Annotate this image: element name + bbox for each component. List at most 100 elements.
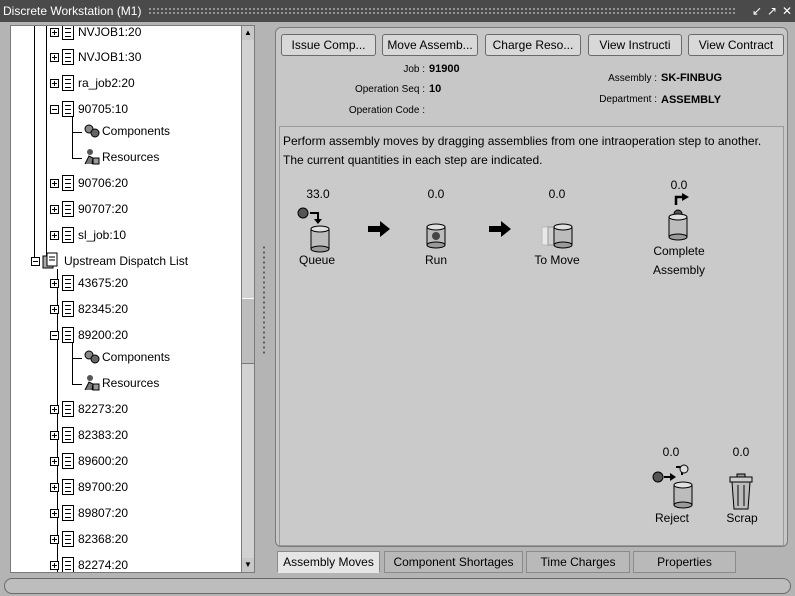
tree-item[interactable]: 89200:20 — [50, 324, 128, 346]
instruction-text: Perform assembly moves by dragging assem… — [283, 134, 762, 148]
expand-icon[interactable] — [50, 178, 59, 188]
complete-assembly-icon[interactable] — [664, 193, 694, 243]
title-grip — [148, 7, 735, 15]
complete-qty: 0.0 — [670, 178, 688, 192]
doc-icon — [62, 427, 74, 443]
trash-icon[interactable] — [728, 473, 756, 513]
scroll-thumb[interactable] — [242, 298, 254, 364]
expand-icon[interactable] — [50, 52, 59, 62]
expand-icon[interactable] — [50, 404, 59, 414]
doc-icon — [62, 49, 74, 65]
issue-components-button[interactable]: Issue Comp... — [281, 34, 376, 56]
tree-item-components[interactable]: Components — [83, 120, 170, 142]
doc-icon — [62, 327, 74, 343]
to-move-icon[interactable] — [538, 223, 578, 251]
resources-icon — [84, 375, 100, 391]
tree-item[interactable]: 89807:20 — [50, 502, 128, 524]
scroll-down-icon[interactable]: ▼ — [242, 558, 254, 572]
expand-icon[interactable] — [50, 534, 59, 544]
complete-label: Complete — [653, 244, 705, 258]
close-icon[interactable]: ✕ — [780, 4, 794, 18]
doc-icon — [62, 201, 74, 217]
assembly-value: SK-FINBUG — [661, 72, 723, 84]
scrap-label: Scrap — [726, 511, 758, 525]
title-bar[interactable]: Discrete Workstation (M1) ↙ ↗ ✕ — [0, 0, 795, 22]
move-assemblies-button[interactable]: Move Assemb... — [382, 34, 478, 56]
expand-icon[interactable] — [50, 430, 59, 440]
expand-icon[interactable] — [50, 78, 59, 88]
view-instructions-button[interactable]: View Instructi — [588, 34, 682, 56]
job-value: 91900 — [429, 63, 460, 75]
collapse-icon[interactable] — [50, 330, 59, 340]
reject-qty: 0.0 — [662, 445, 680, 459]
tree-item[interactable]: 90707:20 — [50, 198, 128, 220]
tree-item[interactable]: 90706:20 — [50, 172, 128, 194]
tree-item[interactable]: ra_job2:20 — [50, 72, 135, 94]
scroll-up-icon[interactable]: ▲ — [242, 26, 254, 40]
job-label: Job : — [403, 64, 425, 75]
doc-icon — [62, 505, 74, 521]
doc-icon — [62, 531, 74, 547]
assembly-label: Assembly : — [608, 73, 657, 84]
doc-icon — [62, 101, 74, 117]
tree-item[interactable]: NVJOB1:20 — [50, 26, 141, 43]
tree-line — [72, 158, 82, 159]
queue-label: Queue — [298, 253, 336, 267]
tree-line — [46, 26, 47, 264]
view-contract-button[interactable]: View Contract — [688, 34, 784, 56]
collapse-icon[interactable] — [50, 104, 59, 114]
tree-item[interactable]: 82345:20 — [50, 298, 128, 320]
doc-icon — [62, 75, 74, 91]
tree-item[interactable]: 82368:20 — [50, 528, 128, 550]
expand-icon[interactable] — [50, 560, 59, 570]
tree-item[interactable]: 82383:20 — [50, 424, 128, 446]
maximize-icon[interactable]: ↗ — [765, 4, 779, 18]
tree-item[interactable]: 89700:20 — [50, 476, 128, 498]
expand-icon[interactable] — [50, 456, 59, 466]
tree-item-components[interactable]: Components — [83, 346, 170, 368]
tree-item-resources[interactable]: Resources — [83, 146, 159, 168]
dispatch-tree[interactable]: NVJOB1:20 NVJOB1:30 ra_job2:20 90705:10 … — [10, 25, 242, 573]
expand-icon[interactable] — [50, 204, 59, 214]
expand-icon[interactable] — [50, 278, 59, 288]
tree-item[interactable]: sl_job:10 — [50, 224, 126, 246]
scrap-qty: 0.0 — [732, 445, 750, 459]
complete-label: Assembly — [652, 263, 705, 277]
tree-item[interactable]: 82274:20 — [50, 554, 128, 572]
doc-icon — [62, 227, 74, 243]
tree-line — [72, 340, 73, 384]
tree-item[interactable]: 90705:10 — [50, 98, 128, 120]
tree-line — [72, 132, 82, 133]
arrow-right-icon — [368, 221, 390, 237]
tree-item-resources[interactable]: Resources — [83, 372, 159, 394]
expand-icon[interactable] — [50, 27, 59, 37]
department-label: Department : — [599, 94, 657, 105]
tree-item[interactable]: 82273:20 — [50, 398, 128, 420]
status-bar — [4, 578, 791, 594]
doc-icon — [62, 275, 74, 291]
expand-icon[interactable] — [50, 230, 59, 240]
queue-icon[interactable] — [296, 207, 336, 253]
tree-item[interactable]: 43675:20 — [50, 272, 128, 294]
tree-item[interactable]: 89600:20 — [50, 450, 128, 472]
reject-icon[interactable] — [650, 461, 700, 511]
tree-line — [72, 114, 73, 158]
tree-line — [72, 358, 82, 359]
tree-line — [72, 384, 82, 385]
minimize-icon[interactable]: ↙ — [750, 4, 764, 18]
expand-icon[interactable] — [50, 508, 59, 518]
tab-properties[interactable]: Properties — [633, 551, 736, 573]
charge-resources-button[interactable]: Charge Reso... — [485, 34, 581, 56]
tab-component-shortages[interactable]: Component Shortages — [384, 551, 523, 573]
tree-item-upstream-dispatch[interactable]: Upstream Dispatch List — [31, 250, 188, 272]
run-icon[interactable] — [424, 223, 450, 251]
panel-splitter[interactable] — [262, 245, 266, 355]
tree-item[interactable]: NVJOB1:30 — [50, 46, 141, 68]
tab-time-charges[interactable]: Time Charges — [526, 551, 630, 573]
tree-scrollbar[interactable]: ▲ ▼ — [241, 25, 255, 573]
tab-assembly-moves[interactable]: Assembly Moves — [277, 551, 380, 573]
expand-icon[interactable] — [50, 304, 59, 314]
doc-icon — [62, 301, 74, 317]
collapse-icon[interactable] — [31, 256, 40, 266]
expand-icon[interactable] — [50, 482, 59, 492]
